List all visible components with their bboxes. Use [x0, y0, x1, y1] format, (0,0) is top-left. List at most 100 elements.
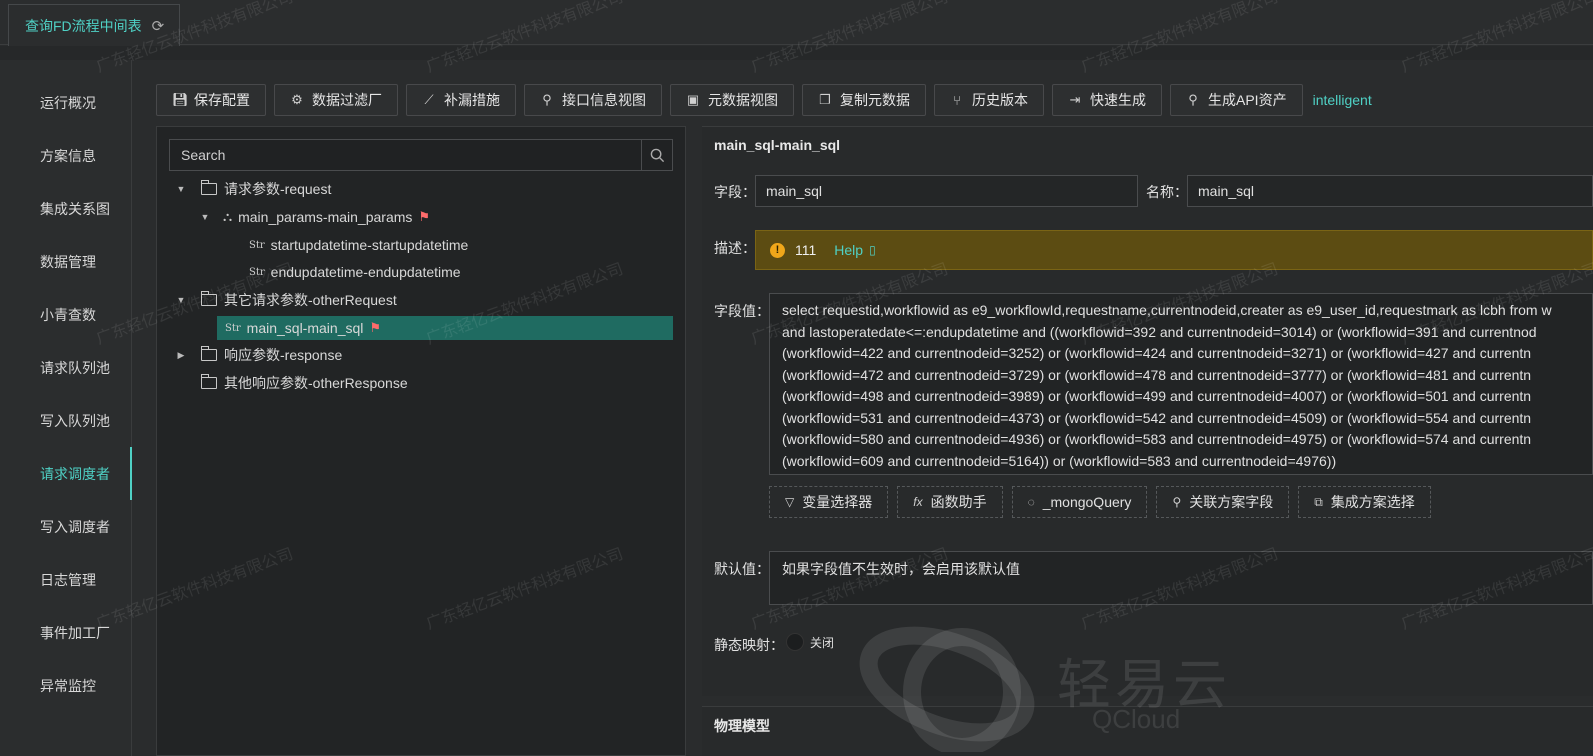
sidebar-item-write-scheduler[interactable]: 写入调度者	[0, 500, 132, 553]
panel-title: main_sql-main_sql	[714, 137, 841, 153]
sidebar-item-plan-info[interactable]: 方案信息	[0, 129, 132, 182]
related-field-button[interactable]: ⚲ 关联方案字段	[1156, 486, 1290, 518]
button-label: 集成方案选择	[1330, 494, 1415, 510]
mongo-query-button[interactable]: ◌ _mongoQuery	[1011, 486, 1148, 518]
sidebar-item-data-management[interactable]: 数据管理	[0, 235, 132, 288]
caret-down-icon[interactable]: ▼	[175, 184, 187, 194]
sql-line: (workflowid=472 and currentnodeid=3729) …	[782, 366, 1532, 383]
button-label: 生成API资产	[1208, 92, 1287, 108]
folder-icon	[201, 180, 217, 195]
field-label: 字段：	[714, 184, 756, 200]
sidebar-item-data-query[interactable]: 小青查数	[0, 288, 132, 341]
save-icon: 💾︎	[172, 92, 189, 107]
sql-line: (workflowid=498 and currentnodeid=3989) …	[782, 388, 1532, 404]
tree-node-other-request[interactable]: ▼ 其它请求参数-otherRequest	[175, 288, 397, 312]
button-label: 接口信息视图	[562, 92, 646, 108]
tree-search	[169, 139, 673, 171]
generate-api-asset-button[interactable]: ⚲ 生成API资产	[1170, 84, 1303, 116]
button-label: _mongoQuery	[1042, 494, 1132, 510]
name-input[interactable]: main_sql	[1187, 175, 1593, 207]
static-mapping-toggle[interactable]: 关闭	[786, 633, 834, 651]
search-icon[interactable]	[641, 140, 672, 170]
folder-icon	[201, 374, 217, 389]
link-icon: ⚲	[542, 92, 552, 107]
object-node-icon: ⛬	[223, 209, 233, 224]
chart-line-icon: ⟋	[424, 92, 434, 107]
refresh-icon[interactable]: ⟳	[152, 17, 165, 35]
tab-label: 查询FD流程中间表	[25, 17, 142, 34]
field-input[interactable]: main_sql	[755, 175, 1138, 207]
tree-node-label: main_sql-main_sql	[246, 320, 364, 336]
caret-right-icon[interactable]: ▶	[175, 350, 187, 361]
sidebar-item-overview[interactable]: 运行概况	[0, 76, 132, 129]
tree-node-endupdatetime[interactable]: Str endupdatetime-endupdatetime	[249, 260, 461, 284]
tab-query-fd[interactable]: 查询FD流程中间表 ⟳	[8, 4, 180, 46]
fx-icon: fx	[913, 495, 923, 509]
tree-node-label: main_params-main_params	[238, 209, 413, 225]
static-mapping-label: 静态映射：	[714, 637, 784, 653]
variable-selector-button[interactable]: ▽ 变量选择器	[769, 486, 889, 518]
flag-icon: ⚑	[418, 209, 431, 224]
name-label: 名称：	[1146, 184, 1188, 200]
tree-node-main-params[interactable]: ▼ ⛬ main_params-main_params ⚑	[199, 205, 431, 229]
tree-node-main-sql[interactable]: Str main_sql-main_sql ⚑	[217, 316, 673, 340]
toggle-label: 关闭	[810, 635, 835, 650]
tree-node-response[interactable]: ▶ 响应参数-response	[175, 343, 342, 367]
sidebar-item-request-scheduler[interactable]: 请求调度者	[0, 447, 132, 500]
tree-node-label: startupdatetime-startupdatetime	[270, 237, 469, 253]
data-filter-button[interactable]: ⚙ 数据过滤厂	[274, 84, 398, 116]
sidebar-item-request-queue[interactable]: 请求队列池	[0, 341, 132, 394]
copy-icon: ❐	[819, 92, 831, 107]
api-info-view-button[interactable]: ⚲ 接口信息视图	[524, 84, 662, 116]
sidebar-item-event-factory[interactable]: 事件加工厂	[0, 606, 132, 659]
warning-icon: !	[770, 242, 785, 258]
tree-node-startupdatetime[interactable]: Str startupdatetime-startupdatetime	[249, 233, 468, 257]
toolbar: 💾︎ 保存配置 ⚙ 数据过滤厂 ⟋ 补漏措施 ⚲ 接口信息视图 ▣ 元数据视图 ❐ 复制元数…	[156, 84, 1372, 116]
sidebar-item-exception-monitor[interactable]: 异常监控	[0, 659, 132, 712]
string-type-icon: Str	[249, 239, 265, 251]
tree-node-other-response[interactable]: 其他响应参数-otherResponse	[175, 371, 408, 395]
section-title: 物理模型	[714, 718, 770, 734]
tree-node-label: 响应参数-response	[224, 347, 343, 363]
function-helper-button[interactable]: fx 函数助手	[897, 486, 1003, 518]
help-link[interactable]: Help	[834, 242, 863, 258]
param-tree-panel: ▼ 请求参数-request ▼ ⛬ main_params-main_para…	[156, 126, 686, 756]
sql-value-textarea[interactable]: select requestid,workflowid as e9_workfl…	[769, 293, 1593, 475]
blocks-icon: ⧉	[1314, 494, 1323, 509]
button-label: 快速生成	[1090, 92, 1146, 108]
button-label: 关联方案字段	[1189, 494, 1274, 510]
default-value-textarea[interactable]: 如果字段值不生效时，会启用该默认值	[769, 551, 1593, 605]
code-icon: ▣	[686, 92, 700, 107]
tree-node-label: 其他响应参数-otherResponse	[224, 375, 408, 391]
field-detail-panel: main_sql-main_sql 字段： main_sql 名称： main_…	[702, 126, 1593, 696]
tree-node-label: 其它请求参数-otherRequest	[224, 292, 397, 308]
search-input[interactable]	[170, 140, 641, 170]
button-label: 历史版本	[972, 92, 1028, 108]
string-type-icon: Str	[225, 322, 241, 334]
export-icon: ⇥	[1069, 92, 1081, 107]
button-label: 数据过滤厂	[312, 92, 382, 108]
save-config-button[interactable]: 💾︎ 保存配置	[156, 84, 266, 116]
string-type-icon: Str	[249, 266, 265, 278]
quick-generate-button[interactable]: ⇥ 快速生成	[1052, 84, 1162, 116]
book-icon[interactable]: ▯	[869, 243, 876, 257]
sidebar-item-write-queue[interactable]: 写入队列池	[0, 394, 132, 447]
plan-select-button[interactable]: ⧉ 集成方案选择	[1298, 486, 1431, 518]
folder-icon	[201, 346, 217, 361]
caret-down-icon[interactable]: ▼	[175, 295, 187, 305]
description-alert: ! 111 Help ▯	[755, 230, 1593, 270]
patch-measures-button[interactable]: ⟋ 补漏措施	[406, 84, 516, 116]
sidebar-item-log-management[interactable]: 日志管理	[0, 553, 132, 606]
sql-line: select requestid,workflowid as e9_workfl…	[782, 302, 1552, 318]
filter-icon: ▽	[785, 495, 795, 509]
history-version-button[interactable]: ⑂ 历史版本	[934, 84, 1044, 116]
intelligent-link[interactable]: intelligent	[1313, 92, 1372, 108]
toggle-switch[interactable]	[786, 633, 804, 651]
sidebar-item-integration-graph[interactable]: 集成关系图	[0, 182, 132, 235]
value-helper-buttons: ▽ 变量选择器 fx 函数助手 ◌ _mongoQuery ⚲ 关联方案字段 ⧉ 集成方案…	[769, 486, 1431, 518]
caret-down-icon[interactable]: ▼	[199, 212, 211, 222]
metadata-view-button[interactable]: ▣ 元数据视图	[670, 84, 794, 116]
tree-node-request[interactable]: ▼ 请求参数-request	[175, 177, 331, 201]
copy-metadata-button[interactable]: ❐ 复制元数据	[802, 84, 926, 116]
sidebar: 运行概况 方案信息 集成关系图 数据管理 小青查数 请求队列池 写入队列池 请求…	[0, 60, 132, 756]
